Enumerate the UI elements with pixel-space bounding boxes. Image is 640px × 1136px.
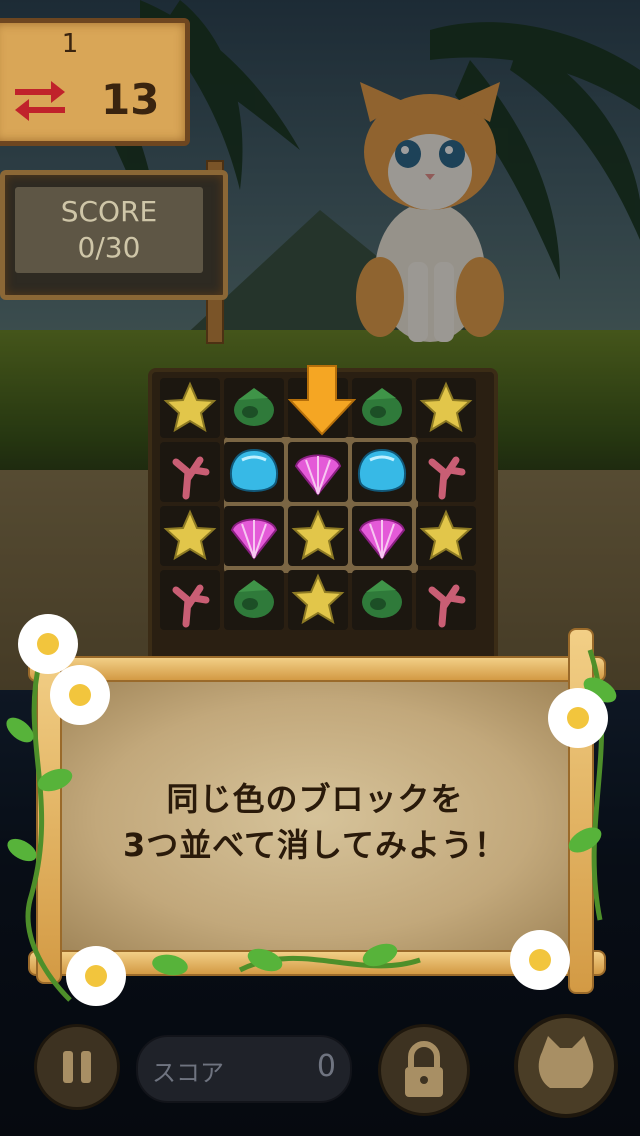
bottom-score-value: 0 — [316, 1049, 336, 1084]
conch-tile[interactable] — [224, 378, 284, 438]
level-number: 1 — [61, 29, 79, 59]
pause-button[interactable] — [34, 1024, 120, 1110]
pink-shell-tile[interactable] — [288, 442, 348, 502]
score-label: SCORE — [60, 195, 158, 228]
bottom-score-display: スコア 0 — [136, 1035, 352, 1103]
moves-remaining: 13 — [101, 75, 160, 124]
cat-button[interactable] — [514, 1014, 618, 1118]
star-tile[interactable] — [288, 506, 348, 566]
plumeria-flowers — [18, 614, 608, 1006]
pause-icon — [63, 1051, 91, 1083]
blue-shell-tile[interactable] — [352, 442, 412, 502]
lock-button[interactable] — [378, 1024, 470, 1116]
score-sign: SCORE 0/30 — [0, 170, 228, 300]
coral-tile[interactable] — [160, 442, 220, 502]
star-tile[interactable] — [416, 378, 476, 438]
lock-icon — [405, 1041, 443, 1097]
arrow-down-icon — [288, 365, 356, 436]
blue-shell-tile[interactable] — [224, 442, 284, 502]
game-scene: 1 13 SCORE 0/30 同じ色のブロックを 3つ並べて消してみよう！ ス… — [0, 0, 640, 1136]
star-tile[interactable] — [416, 506, 476, 566]
score-panel: SCORE 0/30 — [15, 187, 203, 273]
star-tile[interactable] — [160, 506, 220, 566]
score-value: 0/30 — [77, 231, 141, 264]
cat-icon — [538, 1036, 594, 1088]
bottom-score-label: スコア — [152, 1059, 224, 1087]
moves-sign: 1 13 — [0, 18, 190, 146]
pink-shell-tile[interactable] — [224, 506, 284, 566]
pink-shell-tile[interactable] — [352, 506, 412, 566]
moves-row: 13 — [11, 75, 181, 125]
star-tile[interactable] — [160, 378, 220, 438]
swap-icon — [15, 81, 65, 121]
coral-tile[interactable] — [416, 442, 476, 502]
conch-tile[interactable] — [352, 378, 412, 438]
flower-vines — [6, 614, 617, 1006]
